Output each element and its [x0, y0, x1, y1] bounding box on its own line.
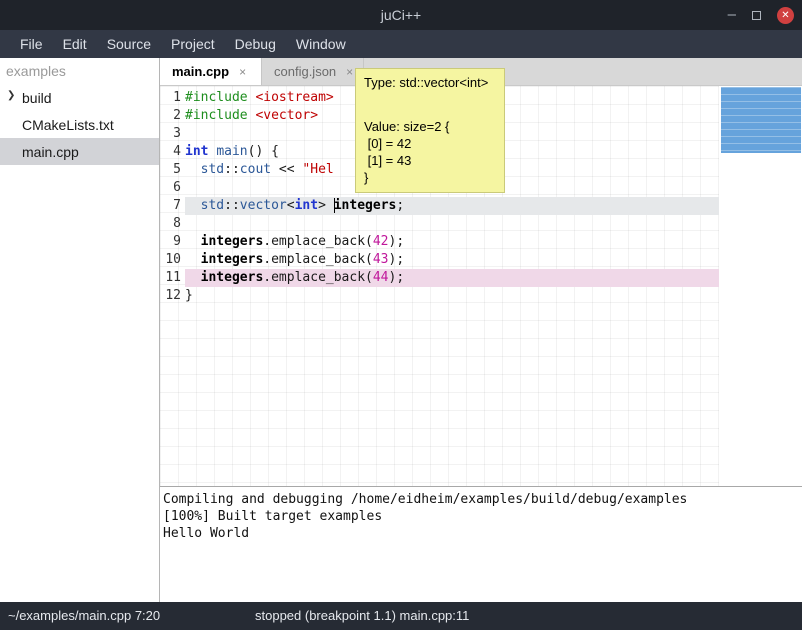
- sidebar-item-label: main.cpp: [22, 144, 79, 160]
- sidebar-item-build[interactable]: ❯ build: [0, 84, 159, 111]
- status-bar: ~/examples/main.cpp 7:20 stopped (breakp…: [0, 602, 802, 630]
- status-debug-state: stopped (breakpoint 1.1) main.cpp:11: [255, 608, 469, 623]
- tab-label: main.cpp: [172, 64, 229, 79]
- menu-debug[interactable]: Debug: [225, 36, 286, 52]
- line-number[interactable]: 6: [160, 179, 185, 197]
- line-number[interactable]: 2: [160, 107, 185, 125]
- window-controls: – ✕: [728, 0, 794, 30]
- terminal-line: Hello World: [163, 525, 802, 542]
- line-number[interactable]: 7: [160, 197, 185, 215]
- tooltip-value-line: Value: size=2 {: [364, 118, 496, 135]
- editor-line: 8: [160, 215, 719, 233]
- menu-project[interactable]: Project: [161, 36, 225, 52]
- editor-line: 12}: [160, 287, 719, 305]
- line-number[interactable]: 1: [160, 89, 185, 107]
- project-header: examples: [0, 58, 159, 84]
- sidebar-item-cmakelists[interactable]: CMakeLists.txt: [0, 111, 159, 138]
- sidebar-item-maincpp[interactable]: main.cpp: [0, 138, 159, 165]
- tooltip-value-line: [1] = 43: [364, 152, 496, 169]
- close-button[interactable]: ✕: [777, 7, 794, 24]
- line-number[interactable]: 4: [160, 143, 185, 161]
- terminal-line: Compiling and debugging /home/eidheim/ex…: [163, 491, 802, 508]
- code-text: [185, 215, 719, 233]
- editor-line: 9 integers.emplace_back(42);: [160, 233, 719, 251]
- editor-line: 10 integers.emplace_back(43);: [160, 251, 719, 269]
- line-number[interactable]: 11: [160, 269, 185, 287]
- minimap[interactable]: [721, 87, 801, 153]
- chevron-right-icon[interactable]: ❯: [7, 90, 15, 101]
- tooltip-type-line: Type: std::vector<int>: [364, 74, 496, 91]
- code-text: integers.emplace_back(43);: [185, 251, 719, 269]
- code-text: integers.emplace_back(44);: [185, 269, 719, 287]
- tooltip-value-line: }: [364, 169, 496, 186]
- tooltip-value-line: [0] = 42: [364, 135, 496, 152]
- status-file-position: ~/examples/main.cpp 7:20: [8, 608, 160, 623]
- line-number[interactable]: 12: [160, 287, 185, 305]
- file-tree-panel: examples ❯ build CMakeLists.txt main.cpp: [0, 58, 160, 602]
- tab-configjson[interactable]: config.json ×: [262, 58, 364, 85]
- tab-close-icon[interactable]: ×: [346, 65, 353, 79]
- sidebar-item-label: build: [22, 90, 52, 106]
- terminal-panel[interactable]: Compiling and debugging /home/eidheim/ex…: [160, 486, 802, 602]
- line-number[interactable]: 8: [160, 215, 185, 233]
- debug-value-tooltip: Type: std::vector<int> Value: size=2 { […: [355, 68, 505, 193]
- menu-source[interactable]: Source: [97, 36, 161, 52]
- tab-maincpp[interactable]: main.cpp ×: [160, 58, 262, 85]
- code-text: }: [185, 287, 719, 305]
- line-number[interactable]: 9: [160, 233, 185, 251]
- terminal-line: [100%] Built target examples: [163, 508, 802, 525]
- menu-file[interactable]: File: [10, 36, 53, 52]
- window-title: juCi++: [0, 7, 802, 23]
- editor-line: 11 integers.emplace_back(44);: [160, 269, 719, 287]
- line-number[interactable]: 5: [160, 161, 185, 179]
- app-window: juCi++ – ✕ File Edit Source Project Debu…: [0, 0, 802, 630]
- menu-edit[interactable]: Edit: [53, 36, 97, 52]
- tab-label: config.json: [274, 64, 336, 79]
- restore-button[interactable]: [752, 11, 761, 20]
- line-number[interactable]: 10: [160, 251, 185, 269]
- sidebar-item-label: CMakeLists.txt: [22, 117, 114, 133]
- tab-close-icon[interactable]: ×: [239, 65, 246, 79]
- line-number[interactable]: 3: [160, 125, 185, 143]
- menu-bar: File Edit Source Project Debug Window: [0, 30, 802, 58]
- editor-line: 7 std::vector<int> integers;: [160, 197, 719, 215]
- minimize-button[interactable]: –: [728, 10, 736, 20]
- code-text: integers.emplace_back(42);: [185, 233, 719, 251]
- title-bar[interactable]: juCi++ – ✕: [0, 0, 802, 30]
- code-text: std::vector<int> integers;: [185, 197, 719, 215]
- menu-window[interactable]: Window: [286, 36, 356, 52]
- close-icon: ✕: [781, 10, 789, 21]
- tooltip-value-block: Value: size=2 { [0] = 42 [1] = 43 }: [364, 118, 496, 186]
